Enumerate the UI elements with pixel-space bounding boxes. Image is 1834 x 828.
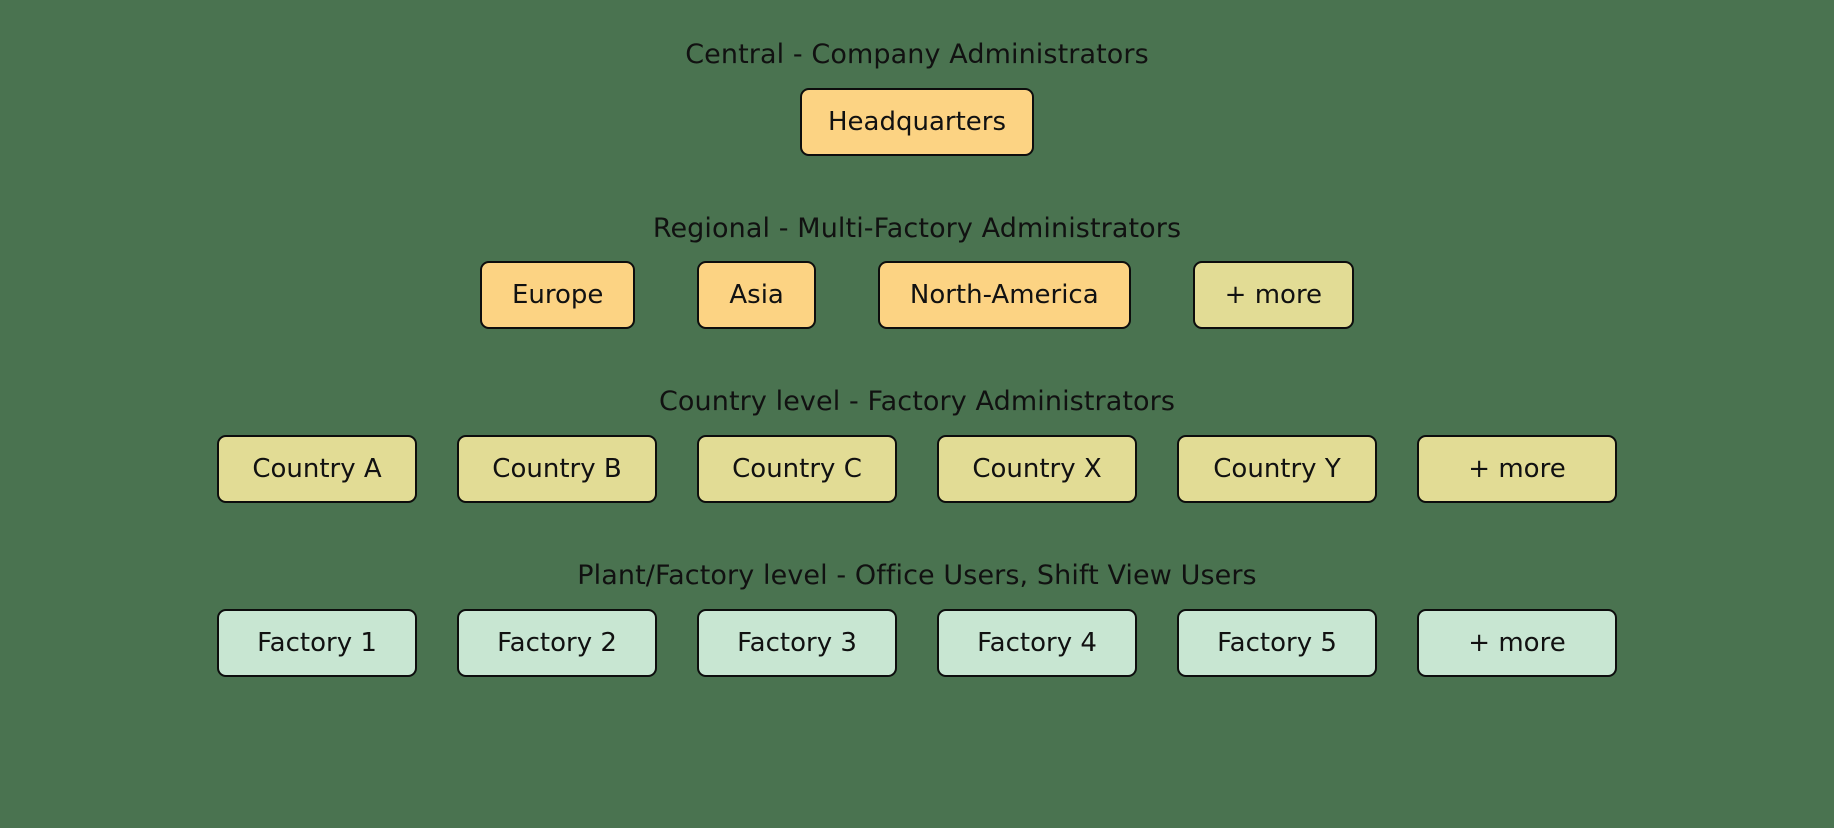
node-region-europe[interactable]: Europe xyxy=(479,261,636,330)
tier-country-title: Country level - Factory Administrators xyxy=(658,386,1176,418)
node-country-a[interactable]: Country A xyxy=(217,435,417,504)
tier-country: Country level - Factory Administrators C… xyxy=(0,386,1834,504)
node-region-north-america[interactable]: North-America xyxy=(877,261,1131,330)
tier-central-title: Central - Company Administrators xyxy=(685,39,1149,70)
node-factory-4[interactable]: Factory 4 xyxy=(937,608,1137,677)
node-country-c[interactable]: Country C xyxy=(697,435,897,504)
tier-central-row: Headquarters xyxy=(799,87,1034,156)
node-country-x[interactable]: Country X xyxy=(937,435,1137,504)
node-region-more[interactable]: + more xyxy=(1192,261,1355,330)
node-factory-more[interactable]: + more xyxy=(1417,608,1617,677)
node-factory-2[interactable]: Factory 2 xyxy=(457,608,657,677)
tier-plant-title: Plant/Factory level - Office Users, Shif… xyxy=(577,560,1257,592)
tier-regional-row: Europe Asia North-America + more xyxy=(479,261,1355,330)
node-region-asia[interactable]: Asia xyxy=(697,261,816,330)
node-headquarters[interactable]: Headquarters xyxy=(799,87,1034,156)
tier-plant: Plant/Factory level - Office Users, Shif… xyxy=(0,561,1834,677)
tier-plant-row: Factory 1 Factory 2 Factory 3 Factory 4 … xyxy=(217,608,1617,677)
node-factory-1[interactable]: Factory 1 xyxy=(217,608,417,677)
hierarchy-diagram: Central - Company Administrators Headqua… xyxy=(0,0,1834,828)
node-factory-3[interactable]: Factory 3 xyxy=(697,608,897,677)
tier-country-row: Country A Country B Country C Country X … xyxy=(217,435,1617,504)
tier-central: Central - Company Administrators Headqua… xyxy=(0,40,1834,156)
node-country-y[interactable]: Country Y xyxy=(1177,435,1377,504)
node-country-b[interactable]: Country B xyxy=(457,435,657,504)
tier-regional: Regional - Multi-Factory Administrators … xyxy=(0,212,1834,330)
node-country-more[interactable]: + more xyxy=(1417,435,1617,504)
tier-regional-title: Regional - Multi-Factory Administrators xyxy=(652,212,1182,244)
node-factory-5[interactable]: Factory 5 xyxy=(1177,608,1377,677)
